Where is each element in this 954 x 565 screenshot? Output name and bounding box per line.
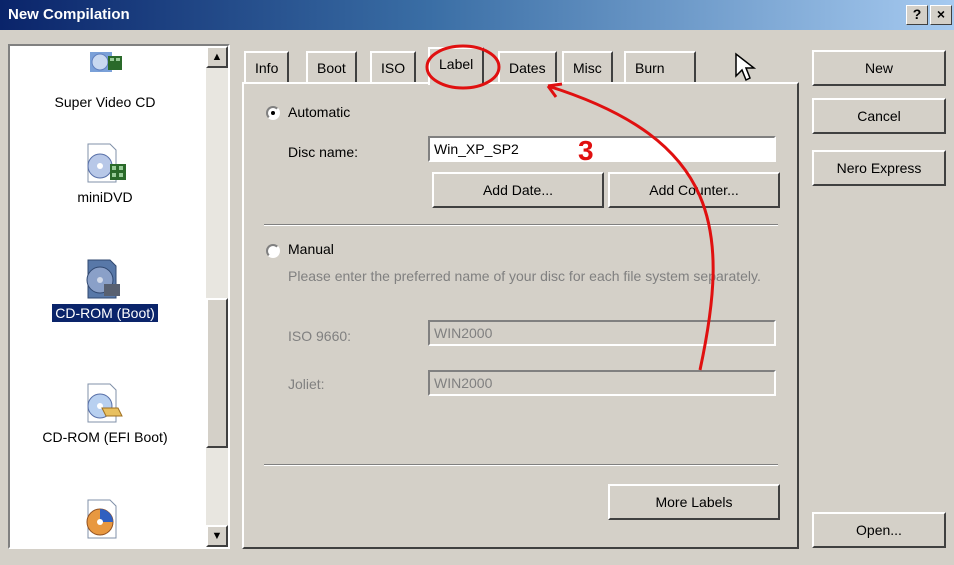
item-label: miniDVD [77, 189, 133, 205]
mouse-cursor-icon [735, 52, 756, 82]
list-item-super-video-cd[interactable]: Super Video CD [10, 52, 200, 111]
window-title: New Compilation [8, 6, 130, 23]
disc-name-label: Disc name: [288, 144, 359, 160]
scroll-down-button[interactable]: ▼ [206, 525, 228, 547]
list-item-partial[interactable] [10, 498, 200, 540]
item-label: CD-ROM (Boot) [51, 303, 159, 323]
tab-iso[interactable]: ISO [370, 51, 417, 83]
minidvd-icon [82, 142, 128, 184]
iso9660-input[interactable]: WIN2000 [428, 320, 776, 346]
tab-boot[interactable]: Boot [306, 51, 357, 83]
open-button[interactable]: Open... [812, 512, 946, 548]
super-video-cd-icon [82, 52, 128, 94]
list-item-cd-rom-efi-boot[interactable]: CD-ROM (EFI Boot) [10, 382, 200, 446]
add-counter-button[interactable]: Add Counter... [608, 172, 780, 208]
joliet-label: Joliet: [288, 376, 325, 392]
manual-radio[interactable] [266, 244, 280, 258]
scroll-thumb[interactable] [206, 298, 228, 448]
disc-name-input[interactable]: Win_XP_SP2 [428, 136, 776, 162]
label-tab-panel: Automatic Disc name: Win_XP_SP2 Add Date… [242, 82, 799, 549]
list-scrollbar[interactable]: ▲ ▼ [206, 46, 228, 547]
item-label: CD-ROM (EFI Boot) [42, 429, 168, 445]
new-button[interactable]: New [812, 50, 946, 86]
iso9660-label: ISO 9660: [288, 328, 352, 344]
cd-rom-efi-boot-icon [82, 382, 128, 424]
compilation-type-list[interactable]: Super Video CD miniDVD CD-ROM (Boot) CD-… [8, 44, 230, 549]
nero-express-button[interactable]: Nero Express [812, 150, 946, 186]
tab-burn[interactable]: Burn [624, 51, 696, 83]
tab-dates[interactable]: Dates [498, 51, 557, 83]
separator [264, 464, 778, 466]
list-item-minidvd[interactable]: miniDVD [10, 142, 200, 206]
tab-label[interactable]: Label [428, 47, 485, 85]
cd-rom-boot-icon [82, 258, 128, 300]
title-bar: New Compilation ? × [0, 0, 954, 30]
automatic-radio[interactable] [266, 106, 280, 120]
separator [264, 224, 778, 226]
disc-icon [82, 498, 128, 540]
joliet-input[interactable]: WIN2000 [428, 370, 776, 396]
help-button[interactable]: ? [906, 5, 928, 25]
automatic-label: Automatic [288, 104, 351, 120]
cancel-button[interactable]: Cancel [812, 98, 946, 134]
list-item-cd-rom-boot[interactable]: CD-ROM (Boot) [10, 258, 200, 323]
manual-label: Manual [288, 241, 334, 257]
more-labels-button[interactable]: More Labels [608, 484, 780, 520]
tab-misc[interactable]: Misc [562, 51, 613, 83]
scroll-up-button[interactable]: ▲ [206, 46, 228, 68]
tab-info[interactable]: Info [244, 51, 290, 83]
add-date-button[interactable]: Add Date... [432, 172, 604, 208]
close-button[interactable]: × [930, 5, 952, 25]
item-label: Super Video CD [54, 94, 156, 110]
manual-hint: Please enter the preferred name of your … [288, 268, 761, 284]
